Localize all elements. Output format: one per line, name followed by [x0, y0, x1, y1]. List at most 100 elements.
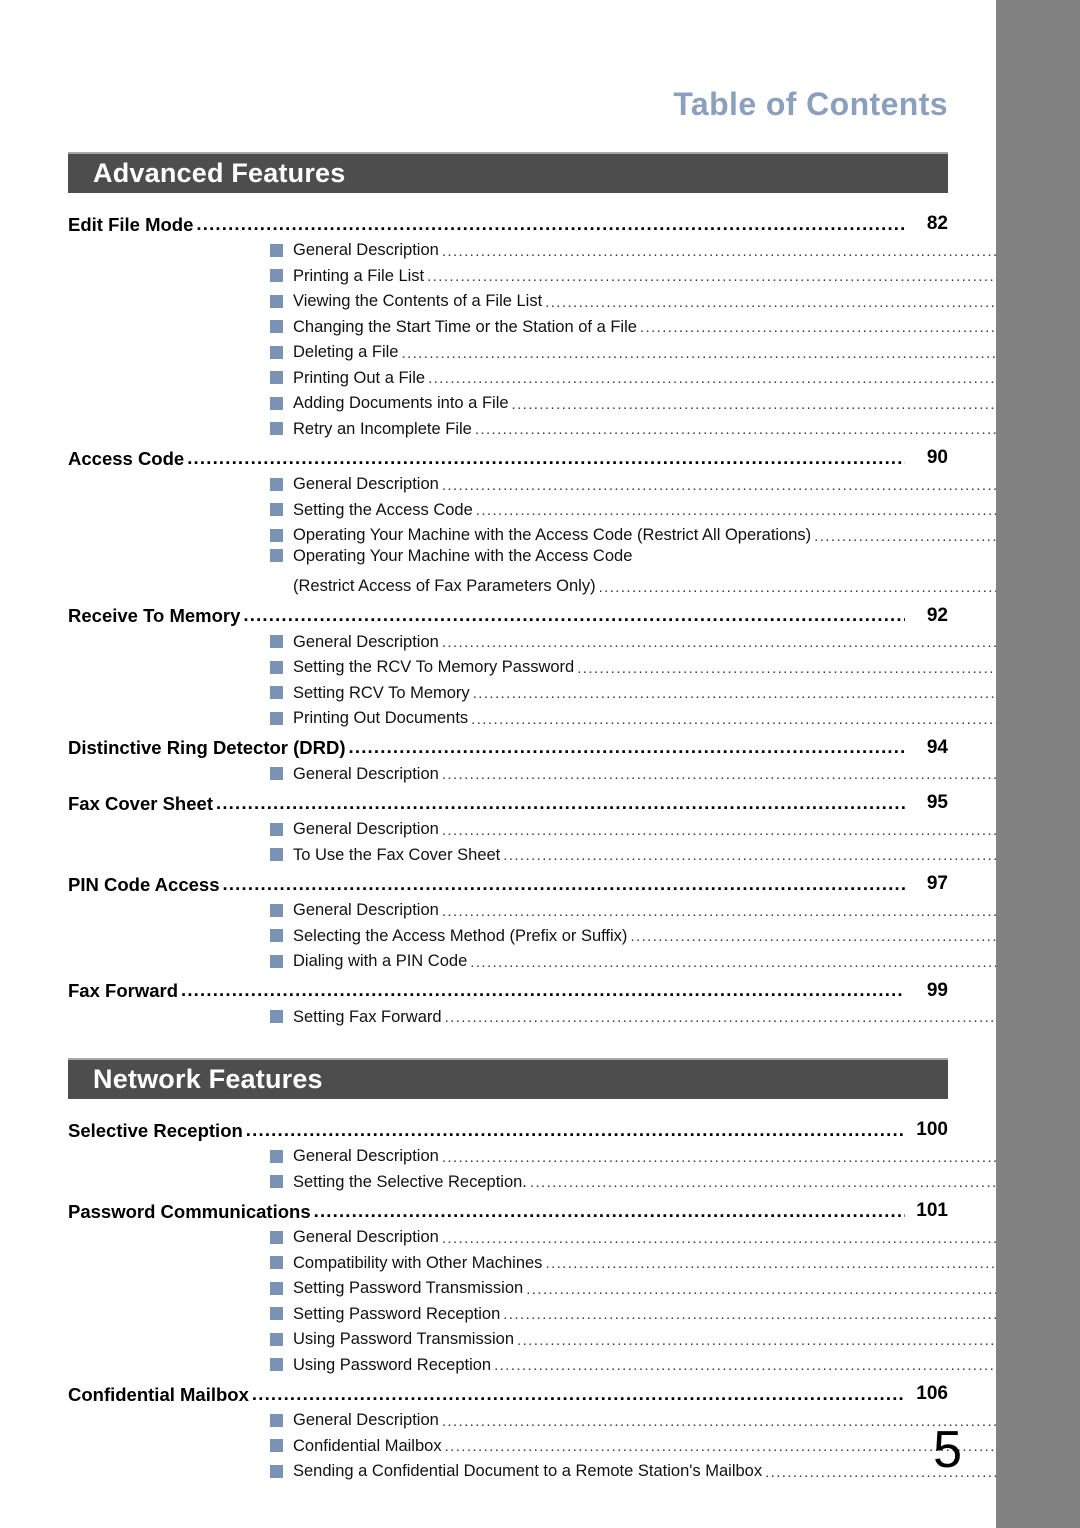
toc-entry-sub[interactable]: Setting Password Transmission...........…	[68, 1272, 1080, 1298]
toc-entry-sub-label: General Description	[293, 1228, 439, 1247]
toc-entry-sub[interactable]: General Description.....................…	[68, 1140, 1080, 1166]
toc-entry-sub[interactable]: Setting Password Reception..............…	[68, 1298, 1080, 1324]
toc-entry-sub[interactable]: General Description.....................…	[68, 813, 1080, 839]
toc-entry-title: Selective Reception	[68, 1119, 243, 1141]
toc-entry-sub-label: General Description	[293, 1147, 439, 1166]
toc-entry-sub-label: Dialing with a PIN Code	[293, 952, 468, 971]
toc-entry-sub[interactable]: Printing a File List....................…	[68, 260, 1080, 286]
toc-entry-sub-label: Using Password Transmission	[293, 1330, 514, 1349]
toc-entry-sub[interactable]: General Description.....................…	[68, 894, 1080, 920]
toc-entry-sub[interactable]: Operating Your Machine with the Access C…	[68, 545, 1080, 596]
toc-entry-page: 97	[926, 873, 948, 895]
toc-entry-title: Access Code	[68, 447, 185, 469]
toc-entry-sub[interactable]: Retry an Incomplete File................…	[68, 413, 1080, 439]
toc-entry-sub-label: Operating Your Machine with the Access C…	[293, 526, 812, 545]
section-banner: Network Features	[68, 1058, 948, 1099]
toc-entry-sub-label: Using Password Reception	[293, 1355, 492, 1374]
section-banner-label: Network Features	[93, 1064, 323, 1094]
toc-entry-sub[interactable]: Setting Fax Forward.....................…	[68, 1001, 1080, 1027]
toc-entry-sub[interactable]: To Use the Fax Cover Sheet..............…	[68, 839, 1080, 865]
toc-entry-main[interactable]: Fax Forward.............................…	[68, 971, 948, 1002]
toc-entry-page: 106	[916, 1383, 948, 1405]
toc-entry-page: 95	[926, 792, 948, 814]
toc-entry-sub-label-cont: (Restrict Access of Fax Parameters Only)	[293, 577, 596, 596]
toc-entry-sub[interactable]: General Description.....................…	[68, 758, 1080, 784]
toc-entry-sub[interactable]: Operating Your Machine with the Access C…	[68, 519, 1080, 545]
toc-entry-sub-label: General Description	[293, 764, 439, 783]
dot-leader: ........................................…	[444, 1010, 1080, 1025]
toc-entry-sub[interactable]: Using Password Transmission.............…	[68, 1323, 1080, 1349]
dot-leader: ........................................…	[428, 371, 1080, 386]
toc-entry-sub[interactable]: Dialing with a PIN Code.................…	[68, 945, 1080, 971]
toc-entry-main[interactable]: PIN Code Access.........................…	[68, 864, 948, 894]
dot-leader: ........................................…	[441, 822, 1080, 838]
toc-entry-page: 101	[916, 1200, 948, 1222]
dot-leader: ........................................…	[245, 1120, 905, 1139]
toc-entry-sub-label: General Description	[293, 901, 439, 920]
toc-entry-main[interactable]: Edit File Mode..........................…	[68, 204, 948, 234]
toc-entry-sub[interactable]: Printing Out a File.....................…	[68, 362, 1080, 388]
toc-entry-sub[interactable]: General Description.....................…	[68, 1221, 1080, 1247]
toc-entry-sub[interactable]: Adding Documents into a File............…	[68, 387, 1080, 413]
toc-entry-sub-line2: (Restrict Access of Fax Parameters Only)…	[293, 570, 1080, 596]
toc-entry-sub[interactable]: General Description.....................…	[68, 468, 1080, 494]
square-bullet-icon	[270, 767, 283, 780]
toc-entry-sub-label: Setting Fax Forward	[293, 1007, 442, 1026]
toc-entry-title: Edit File Mode	[68, 213, 194, 235]
square-bullet-icon	[270, 660, 283, 674]
square-bullet-icon	[270, 954, 283, 968]
square-bullet-icon	[270, 822, 283, 836]
toc-entry-sub[interactable]: Deleting a File.........................…	[68, 336, 1080, 362]
dot-leader: ........................................…	[222, 874, 906, 893]
toc-entry-sub[interactable]: Using Password Reception................…	[68, 1349, 1080, 1375]
toc-entry-sub-lines: Operating Your Machine with the Access C…	[293, 545, 1080, 596]
square-bullet-icon	[270, 371, 283, 384]
toc-entry-sub[interactable]: General Description.....................…	[68, 234, 1080, 260]
toc-entry-title: PIN Code Access	[68, 873, 220, 895]
toc-entry-page: 92	[926, 604, 948, 626]
toc-entry-sub-label: General Description	[293, 820, 439, 839]
square-bullet-icon	[270, 477, 283, 491]
toc-entry-sub-label: Setting the RCV To Memory Password	[293, 658, 575, 677]
toc-entry-sub[interactable]: Changing the Start Time or the Station o…	[68, 311, 1080, 337]
toc-entry-main[interactable]: Selective Reception.....................…	[68, 1110, 948, 1140]
toc-entry-main[interactable]: Distinctive Ring Detector (DRD).........…	[68, 728, 948, 757]
dot-leader: ........................................…	[503, 848, 1080, 863]
toc-entry-sub-label: Printing a File List	[293, 266, 425, 285]
toc-entry-main[interactable]: Fax Cover Sheet.........................…	[68, 783, 948, 813]
dot-leader: ........................................…	[215, 793, 905, 812]
toc-entry-sub[interactable]: Printing Out Documents..................…	[68, 702, 1080, 728]
toc-entry-main[interactable]: Receive To Memory.......................…	[68, 596, 948, 626]
toc-entry-page: 99	[926, 979, 948, 1001]
dot-leader: ........................................…	[503, 1307, 1080, 1322]
square-bullet-icon	[270, 1332, 283, 1346]
toc-entry-sub[interactable]: Setting the Access Code.................…	[68, 494, 1080, 520]
toc-entry-title: Fax Cover Sheet	[68, 792, 213, 814]
toc-entry-title: Fax Forward	[68, 980, 178, 1002]
square-bullet-icon	[270, 903, 283, 917]
dot-leader: ........................................…	[348, 738, 905, 757]
dot-leader: ........................................…	[251, 1384, 905, 1403]
toc-entry-sub[interactable]: Setting RCV To Memory...................…	[68, 677, 1080, 703]
dot-leader: ........................................…	[470, 954, 1080, 970]
toc-entry-sub-label: Adding Documents into a File	[293, 394, 509, 413]
toc-entry-sub[interactable]: Setting the RCV To Memory Password......…	[68, 651, 1080, 677]
square-bullet-icon	[270, 320, 283, 333]
toc-entry-title: Password Communications	[68, 1200, 311, 1222]
dot-leader: ........................................…	[441, 477, 1080, 493]
toc-entry-main[interactable]: Confidential Mailbox....................…	[68, 1374, 948, 1404]
toc-entry-sub-label: Printing Out a File	[293, 368, 426, 387]
toc-entry-sub[interactable]: Compatibility with Other Machines.......…	[68, 1247, 1080, 1273]
toc-entry-sub-label: Selecting the Access Method (Prefix or S…	[293, 926, 628, 945]
square-bullet-icon	[270, 1175, 283, 1188]
toc-entry-sub[interactable]: General Description.....................…	[68, 626, 1080, 652]
toc-entry-sub[interactable]: Selecting the Access Method (Prefix or S…	[68, 920, 1080, 946]
toc-entry-sub[interactable]: Setting the Selective Reception.........…	[68, 1166, 1080, 1192]
toc-entry-sub[interactable]: Viewing the Contents of a File List.....…	[68, 285, 1080, 311]
toc-entry-main[interactable]: Password Communications.................…	[68, 1191, 948, 1221]
dot-leader: ........................................…	[181, 981, 905, 1000]
square-bullet-icon	[270, 1149, 283, 1163]
toc-entry-main[interactable]: Access Code.............................…	[68, 438, 948, 468]
toc-entry-sub-label: Changing the Start Time or the Station o…	[293, 317, 637, 336]
square-bullet-icon	[270, 503, 283, 516]
